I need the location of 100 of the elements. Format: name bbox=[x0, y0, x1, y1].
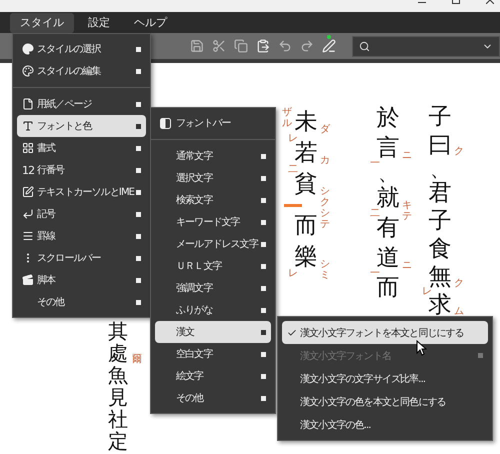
submenu-icon bbox=[136, 300, 141, 304]
text-cursor bbox=[284, 204, 302, 207]
submenu-icon bbox=[136, 146, 141, 150]
mouse-pointer-icon bbox=[416, 340, 427, 356]
menu-item[interactable]: 強調文字 bbox=[155, 277, 271, 299]
furigana: ム bbox=[454, 306, 464, 318]
menu-item[interactable]: その他 bbox=[17, 291, 146, 313]
menu-item[interactable]: 罫線 bbox=[17, 225, 146, 247]
menu-item[interactable]: 漢文小文字の色... bbox=[282, 413, 488, 436]
line-number-icon: 12 bbox=[22, 164, 34, 176]
text-character: 曰 bbox=[428, 131, 452, 159]
paste-icon[interactable] bbox=[256, 39, 270, 53]
menu-item[interactable]: 漢文小文字の文字サイズ比率... bbox=[282, 367, 488, 390]
submenu-icon bbox=[136, 278, 141, 282]
text-character: 道 bbox=[376, 244, 400, 272]
page-icon bbox=[22, 98, 34, 110]
menu-item[interactable]: フォントバー bbox=[155, 112, 271, 134]
return-mark: 一 bbox=[370, 159, 380, 169]
grid-icon bbox=[22, 142, 34, 154]
menu-item[interactable]: メールアドレス文字 bbox=[155, 233, 271, 255]
text-character: 無 bbox=[428, 263, 452, 290]
text-character: 魚 bbox=[107, 364, 129, 386]
text-character: 而 bbox=[376, 274, 400, 303]
furigana: ク bbox=[454, 146, 464, 158]
text-character: 就 bbox=[376, 184, 400, 211]
text-character: 於 bbox=[376, 104, 400, 133]
menu-item[interactable]: 漢文 bbox=[155, 321, 271, 343]
submenu-icon bbox=[261, 374, 266, 378]
menu-item[interactable]: 漢文小文字フォントを本文と同じにする bbox=[282, 321, 488, 344]
menu-item[interactable]: 用紙／ページ bbox=[17, 93, 146, 115]
submenu-icon bbox=[136, 190, 141, 194]
save-icon[interactable] bbox=[190, 39, 204, 53]
search-field[interactable] bbox=[352, 36, 500, 56]
menu-bar-item[interactable]: スタイル bbox=[10, 12, 74, 32]
clapperboard-icon bbox=[22, 274, 34, 286]
text-character: 、 bbox=[429, 159, 451, 179]
menu-item[interactable]: ふりがな bbox=[155, 299, 271, 321]
menu-item[interactable]: 空白文字 bbox=[155, 343, 271, 365]
text-character: 君 bbox=[428, 179, 452, 207]
submenu-icon bbox=[136, 102, 141, 106]
menu-item[interactable]: 選択文字 bbox=[155, 167, 271, 189]
menu-item[interactable]: スタイルの編集 bbox=[17, 60, 146, 82]
furigana: 爾 bbox=[132, 354, 142, 366]
menu-item[interactable]: キーワード文字 bbox=[155, 211, 271, 233]
submenu-icon bbox=[136, 212, 141, 216]
text-character: 其 bbox=[107, 320, 129, 342]
submenu-icon bbox=[261, 352, 266, 356]
menu-item[interactable]: 12 行番号 bbox=[17, 159, 146, 181]
text-character: 處 bbox=[107, 342, 129, 364]
menu-bar-item[interactable]: ヘルプ bbox=[124, 12, 177, 32]
menu-item[interactable]: 記号 bbox=[17, 203, 146, 225]
text-character: 食 bbox=[428, 235, 452, 263]
menu-item[interactable]: 書式 bbox=[17, 137, 146, 159]
submenu-icon bbox=[261, 154, 266, 158]
menu-item[interactable]: フォントと色 bbox=[17, 115, 146, 137]
copy-icon[interactable] bbox=[234, 39, 248, 53]
menu-item[interactable]: 絵文字 bbox=[155, 365, 271, 387]
submenu-icon bbox=[261, 242, 266, 246]
text-character: 未 bbox=[294, 108, 318, 135]
submenu-icon bbox=[261, 286, 266, 290]
submenu-icon bbox=[261, 176, 266, 180]
furigana: ダ bbox=[320, 124, 330, 136]
submenu-icon bbox=[261, 396, 266, 400]
contrast-icon bbox=[160, 118, 171, 128]
submenu-icon bbox=[136, 46, 141, 52]
text-character: 定 bbox=[107, 430, 129, 452]
menu-item[interactable]: その他 bbox=[155, 387, 271, 409]
furigana: キテ bbox=[402, 200, 412, 222]
menu-item[interactable]: 脚本 bbox=[17, 269, 146, 291]
menu-item[interactable]: 検索文字 bbox=[155, 189, 271, 211]
furigana: ク bbox=[454, 278, 464, 290]
submenu-icon bbox=[261, 308, 266, 312]
lines-icon bbox=[22, 230, 34, 242]
palette-icon bbox=[22, 65, 34, 77]
submenu-icon bbox=[261, 220, 266, 224]
scissors-icon[interactable] bbox=[212, 39, 226, 53]
furigana: ニ bbox=[402, 260, 412, 270]
menu-item[interactable]: テキストカーソルとIME bbox=[17, 181, 146, 203]
text-character: 子 bbox=[428, 103, 452, 131]
menu-item[interactable]: スクロールバー bbox=[17, 247, 146, 269]
menu-item[interactable]: ＵＲＬ文字 bbox=[155, 255, 271, 277]
font-icon bbox=[22, 120, 34, 132]
submenu-icon bbox=[136, 256, 141, 260]
palette-icon bbox=[22, 43, 34, 55]
furigana: ニ bbox=[402, 150, 412, 160]
text-character: 樂 bbox=[294, 243, 318, 270]
submenu-icon bbox=[261, 264, 266, 268]
minimize-icon[interactable] bbox=[418, 2, 426, 4]
return-mark: レ bbox=[288, 269, 298, 279]
undo-icon[interactable] bbox=[278, 39, 292, 53]
text-character: 見 bbox=[107, 386, 129, 408]
submenu-icon bbox=[136, 124, 141, 128]
menu-item[interactable]: スタイルの選択 bbox=[17, 38, 146, 60]
menu-item[interactable]: 漢文小文字の色を本文と同色にする bbox=[282, 390, 488, 413]
redo-icon[interactable] bbox=[300, 39, 314, 53]
menu-bar-item[interactable]: 設定 bbox=[78, 12, 120, 32]
furigana: シミ bbox=[320, 259, 330, 282]
submenu-icon bbox=[261, 330, 266, 334]
submenu-icon bbox=[136, 234, 141, 238]
menu-item[interactable]: 通常文字 bbox=[155, 145, 271, 167]
